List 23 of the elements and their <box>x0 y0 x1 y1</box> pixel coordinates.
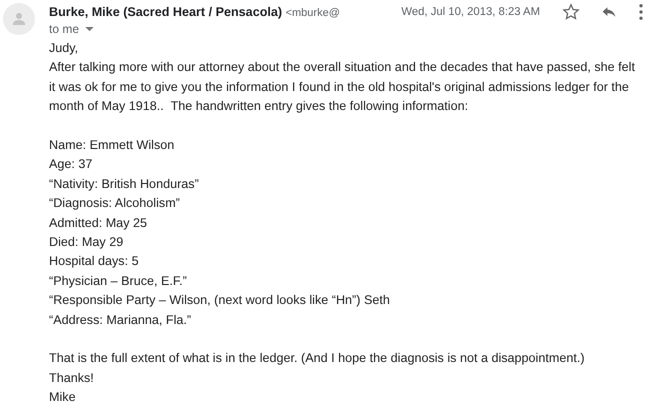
sender-name: Burke, Mike (Sacred Heart / Pensacola) <box>49 5 282 19</box>
body-line: Hospital days: 5 <box>49 253 140 270</box>
star-icon[interactable] <box>562 3 580 21</box>
body-line: Admitted: May 25 <box>49 214 148 232</box>
body-paragraph: After talking more with our attorney about the overall situation and the decades that have passed, she felt it was ok for me to give you the information I found in the old hospital's original admissions ledger for the month of May 1918.. The handwritten entry gives the following information: <box>49 59 636 116</box>
body-line: “Physician – Bruce, E.F.” <box>49 272 188 290</box>
body-line: Mike <box>49 389 77 406</box>
body-line: Name: Emmett Wilson <box>49 137 176 154</box>
body-line: Died: May 29 <box>49 234 124 252</box>
recipient-label: to me <box>49 22 80 36</box>
body-line: “Responsible Party – Wilson, (next word looks like “Hn”) Seth <box>49 292 391 310</box>
body-line: That is the full extent of what is in the ledger. (And I hope the diagnosis is not a disappointment.) <box>49 350 586 368</box>
email-date: Wed, Jul 10, 2013, 8:23 AM <box>401 6 540 18</box>
avatar-icon <box>3 3 35 35</box>
dropdown-icon[interactable] <box>85 26 94 32</box>
more-icon[interactable] <box>638 3 644 21</box>
body-line: Thanks! <box>49 370 95 387</box>
body-line: “Address: Marianna, Fla.” <box>49 312 192 329</box>
body-line: Judy, <box>49 40 80 57</box>
sender-address: <mburke@ <box>286 7 340 19</box>
body-line: “Nativity: British Honduras” <box>49 176 200 193</box>
body-line: “Diagnosis: Alcoholism” <box>49 195 181 212</box>
body-line: Age: 37 <box>49 156 94 174</box>
